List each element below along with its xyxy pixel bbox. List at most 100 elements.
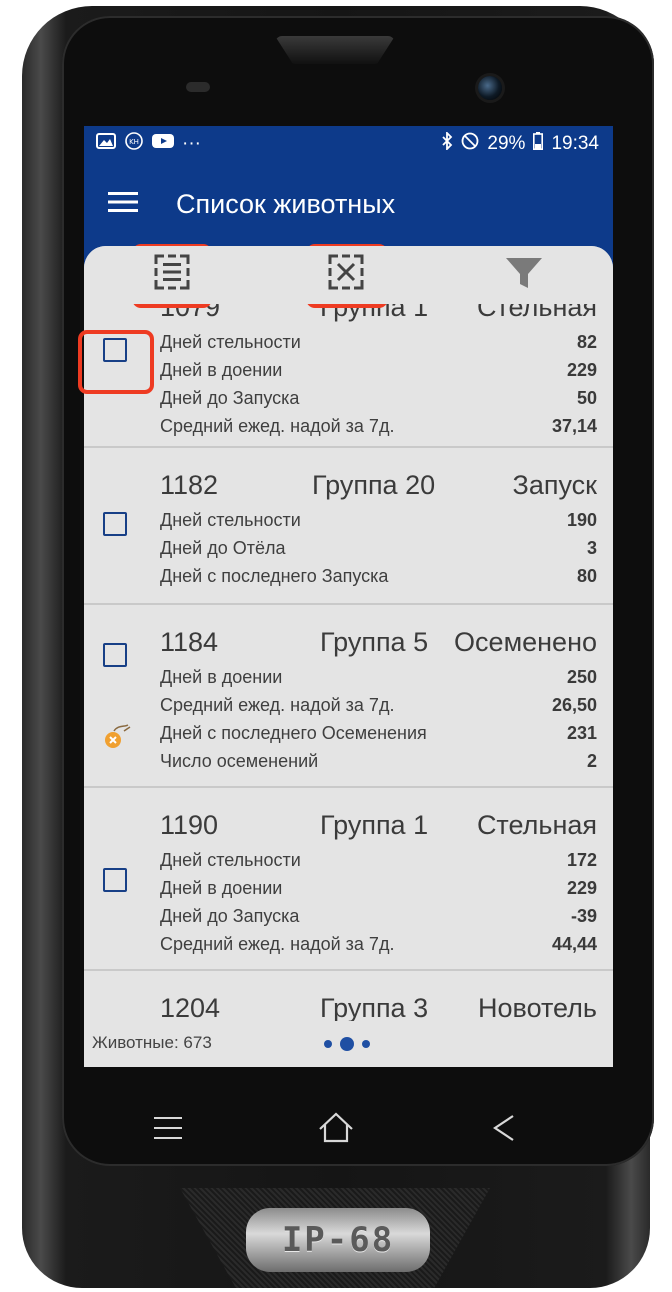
content-panel: 1079 Группа 1 Стельная Дней стельности 82… xyxy=(84,246,613,1067)
card-row: Дней до Запуска -39 xyxy=(84,902,613,930)
select-all-icon xyxy=(152,252,192,297)
youtube-icon xyxy=(152,133,174,155)
row-value: -39 xyxy=(570,905,597,926)
row-label: Число осеменений xyxy=(160,750,319,771)
row-label: Дней в доении xyxy=(160,666,283,687)
ip-rating-badge: IP-68 xyxy=(246,1208,430,1272)
more-notifications: ··· xyxy=(182,133,201,154)
card-row: Дней стельности 172 xyxy=(84,846,613,874)
hamburger-icon xyxy=(152,1115,184,1146)
image-notification-icon xyxy=(96,133,116,155)
card-row: Средний ежед. надой за 7д. 26,50 xyxy=(84,691,613,719)
page-dot[interactable] xyxy=(362,1040,370,1048)
card-row: Средний ежед. надой за 7д. 44,44 xyxy=(84,930,613,958)
list-item[interactable]: 1079 Группа 1 Стельная Дней стельности 82… xyxy=(84,290,613,448)
row-value: 172 xyxy=(566,849,597,870)
card-row: Дней стельности 82 xyxy=(84,328,613,356)
row-label: Дней до Запуска xyxy=(160,387,300,408)
list-toolbar xyxy=(84,246,613,304)
row-value: 250 xyxy=(566,666,597,687)
highlight-checkbox xyxy=(78,330,154,394)
animal-group: Группа 1 xyxy=(320,810,429,840)
card-row: Дней в доении 229 xyxy=(84,356,613,384)
animal-number: 1184 xyxy=(160,627,219,657)
row-value: 2 xyxy=(586,750,597,771)
list-footer: Животные: 673 xyxy=(84,1021,613,1067)
list-item[interactable]: 1190 Группа 1 Стельная Дней стельности 17… xyxy=(84,788,613,971)
front-camera xyxy=(478,76,502,100)
row-value: 229 xyxy=(566,359,597,380)
row-value: 26,50 xyxy=(551,694,597,715)
filter-button[interactable] xyxy=(502,252,546,296)
navigation-keys xyxy=(84,1080,588,1180)
page-dot-active[interactable] xyxy=(340,1037,354,1051)
row-value: 82 xyxy=(576,331,597,352)
home-icon xyxy=(317,1111,355,1150)
battery-icon xyxy=(533,132,544,156)
row-label: Средний ежед. надой за 7д. xyxy=(160,415,395,436)
row-label: Дней до Отёла xyxy=(160,537,286,558)
page-dot[interactable] xyxy=(324,1040,332,1048)
do-not-disturb-icon xyxy=(461,132,479,156)
animal-number: 1204 xyxy=(160,993,221,1023)
card-header: 1190 Группа 1 Стельная xyxy=(84,808,613,846)
animal-status: Стельная xyxy=(476,810,597,840)
svg-text:KH: KH xyxy=(129,138,139,146)
row-label: Дней стельности xyxy=(160,331,301,352)
card-row: Средний ежед. надой за 7д. 37,14 xyxy=(84,412,613,440)
filter-icon xyxy=(504,252,544,297)
select-checkbox[interactable] xyxy=(103,643,127,667)
animal-number: 1182 xyxy=(160,470,219,500)
card-row: Дней в доении 229 xyxy=(84,874,613,902)
card-row: Дней с последнего Запуска 80 xyxy=(84,562,613,590)
select-checkbox[interactable] xyxy=(103,868,127,892)
row-value: 44,44 xyxy=(551,933,597,954)
app-notification-icon: KH xyxy=(124,132,144,156)
row-label: Дней до Запуска xyxy=(160,905,300,926)
status-bar: KH ··· 29% 19:34 xyxy=(84,126,613,162)
back-key[interactable] xyxy=(474,1100,534,1160)
animal-count: Животные: 673 xyxy=(92,1033,212,1052)
home-key[interactable] xyxy=(306,1100,366,1160)
row-label: Средний ежед. надой за 7д. xyxy=(160,694,395,715)
animal-status: Запуск xyxy=(512,470,597,500)
list-item[interactable]: 1182 Группа 20 Запуск Дней стельности 190… xyxy=(84,448,613,605)
animal-group: Группа 3 xyxy=(320,993,429,1023)
battery-percent: 29% xyxy=(487,133,526,154)
row-value: 190 xyxy=(566,509,597,530)
animal-status: Осеменено xyxy=(454,627,597,657)
page-indicator xyxy=(324,1037,370,1051)
row-label: Дней с последнего Запуска xyxy=(160,565,389,586)
row-value: 37,14 xyxy=(551,415,597,436)
row-label: Дней стельности xyxy=(160,849,301,870)
row-label: Дней в доении xyxy=(160,877,283,898)
row-label: Дней в доении xyxy=(160,359,283,380)
row-label: Средний ежед. надой за 7д. xyxy=(160,933,395,954)
row-value: 229 xyxy=(566,877,597,898)
list-item[interactable]: 1184 Группа 5 Осеменено Дней в доении 250… xyxy=(84,605,613,788)
select-checkbox[interactable] xyxy=(103,512,127,536)
proximity-sensor xyxy=(186,82,210,92)
earpiece xyxy=(275,36,395,64)
animal-number: 1190 xyxy=(160,810,219,840)
deselect-all-icon xyxy=(326,252,366,297)
back-icon xyxy=(491,1113,517,1148)
card-row: Дней в доении 250 xyxy=(84,663,613,691)
select-all-button[interactable] xyxy=(150,252,194,296)
bluetooth-icon xyxy=(441,130,453,156)
card-row: Дней до Запуска 50 xyxy=(84,384,613,412)
card-header: 1184 Группа 5 Осеменено xyxy=(84,625,613,663)
animal-group: Группа 5 xyxy=(320,627,429,657)
menu-key[interactable] xyxy=(138,1100,198,1160)
row-value: 50 xyxy=(576,387,597,408)
deselect-all-button[interactable] xyxy=(324,252,368,296)
animal-list: 1079 Группа 1 Стельная Дней стельности 82… xyxy=(84,290,613,1051)
menu-icon[interactable] xyxy=(108,191,138,218)
card-header: 1182 Группа 20 Запуск xyxy=(84,468,613,506)
clock: 19:34 xyxy=(551,133,599,154)
screen: KH ··· 29% 19:34 Список животных 1079 Гр… xyxy=(84,126,613,1067)
animal-group: Группа 20 xyxy=(312,470,436,500)
row-label: Дней стельности xyxy=(160,509,301,530)
row-value: 231 xyxy=(566,722,597,743)
card-row: Число осеменений 2 xyxy=(84,747,613,775)
